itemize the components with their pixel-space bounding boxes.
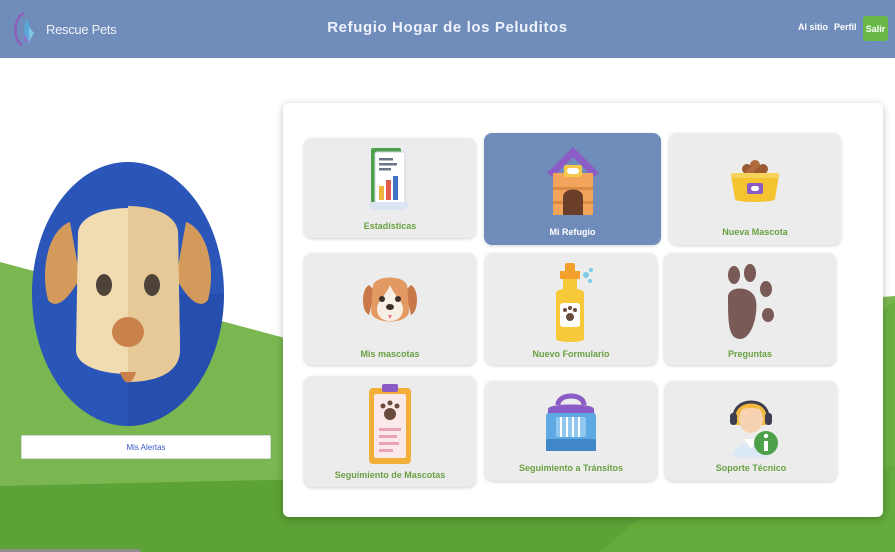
- dog-avatar-image: [32, 162, 224, 426]
- statistics-icon: [369, 148, 409, 210]
- logout-button[interactable]: Salir: [863, 16, 888, 41]
- dog-house-icon: [546, 147, 599, 215]
- menu-card-label: Mis mascotas: [360, 349, 420, 359]
- nav-link-perfil[interactable]: Perfil: [834, 22, 857, 32]
- dog-face-icon: [363, 277, 417, 322]
- menu-card-label: Seguimiento a Tránsitos: [518, 463, 624, 473]
- menu-card-nueva-mascota[interactable]: Nueva Mascota: [669, 133, 841, 245]
- paw-print-icon: [728, 264, 774, 339]
- pet-carrier-icon: [546, 393, 596, 451]
- menu-card-label: Seguimiento de Mascotas: [334, 470, 446, 480]
- menu-panel: Estadísticas Mi Refugio Nueva Mascota Mi…: [283, 103, 883, 517]
- food-bowl-icon: [731, 160, 779, 202]
- menu-card-seguimiento-mascotas[interactable]: Seguimiento de Mascotas: [304, 376, 476, 487]
- menu-card-label: Nuevo Formulario: [532, 349, 610, 359]
- menu-card-soporte-tecnico[interactable]: Soporte Técnico: [665, 381, 837, 481]
- top-navbar: Rescue Pets Refugio Hogar de los Peludit…: [0, 0, 895, 58]
- menu-card-label: Preguntas: [727, 349, 772, 359]
- nav-link-al-sitio[interactable]: Al sitio: [798, 22, 828, 32]
- menu-card-mi-refugio[interactable]: Mi Refugio: [484, 133, 661, 245]
- menu-card-seguimiento-transitos[interactable]: Seguimiento a Tránsitos: [485, 381, 657, 481]
- menu-card-nuevo-formulario[interactable]: Nuevo Formulario: [485, 253, 657, 365]
- menu-card-mis-mascotas[interactable]: Mis mascotas: [304, 253, 476, 365]
- menu-card-label: Mi Refugio: [549, 227, 596, 237]
- menu-card-label: Nueva Mascota: [722, 227, 788, 237]
- menu-card-estadisticas[interactable]: Estadísticas: [304, 138, 476, 238]
- shampoo-bottle-icon: [556, 263, 593, 342]
- my-alerts-button[interactable]: Mis Alertas: [21, 435, 271, 459]
- menu-card-preguntas[interactable]: Preguntas: [664, 253, 836, 365]
- page-title: Refugio Hogar de los Peluditos: [327, 19, 568, 36]
- menu-card-label: Soporte Técnico: [715, 463, 787, 473]
- menu-card-label: Estadísticas: [363, 221, 417, 231]
- support-agent-icon: [730, 400, 778, 457]
- clipboard-paw-icon: [369, 384, 411, 464]
